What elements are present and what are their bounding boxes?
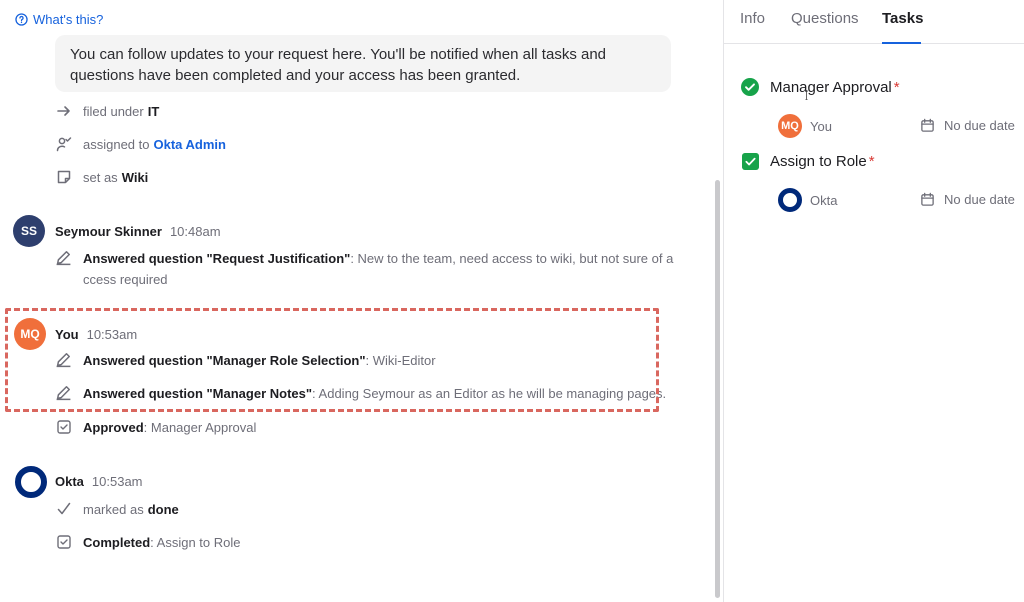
event-prefix: marked as — [83, 501, 144, 517]
avatar: MQ — [778, 114, 802, 138]
author-name: Seymour Skinner — [55, 224, 162, 239]
timestamp: 10:48am — [169, 224, 221, 239]
check-icon — [55, 500, 73, 518]
panel-tabs: Info Questions Tasks — [724, 0, 1024, 44]
approved-value: : Manager Approval — [143, 419, 257, 435]
avatar: SS — [13, 215, 45, 247]
task-manager-approval[interactable]: Manager Approval * — [741, 78, 900, 96]
type-value: Wiki — [121, 169, 149, 185]
event-filed-under: filed under IT — [55, 102, 159, 120]
whats-this-label: What's this? — [33, 12, 104, 27]
assignee-link[interactable]: Okta Admin — [154, 137, 226, 152]
sticky-note-icon — [55, 168, 73, 186]
checkbox-icon — [55, 418, 73, 436]
answer-label: Answered question "Request Justification… — [83, 251, 351, 266]
arrow-right-icon — [55, 102, 73, 120]
highlight-box — [5, 308, 659, 412]
timestamp: 10:53am — [91, 474, 143, 489]
info-note: You can follow updates to your request h… — [55, 35, 671, 92]
category-value: IT — [147, 103, 160, 119]
completed-value: : Assign to Role — [150, 534, 241, 550]
approved-label: Approved — [83, 419, 144, 435]
tab-questions[interactable]: Questions — [791, 10, 859, 44]
user-check-icon — [55, 135, 73, 153]
answer-text: Answered question "Request Justification… — [83, 248, 675, 290]
okta-avatar — [778, 188, 802, 212]
task-title: Assign to Role — [770, 152, 867, 170]
comment-author: Seymour Skinner 10:48am — [55, 224, 221, 239]
required-marker: * — [893, 78, 900, 96]
pencil-icon — [55, 249, 73, 267]
calendar-icon — [921, 118, 934, 132]
assignee-name: Okta — [810, 192, 838, 208]
event-prefix: assigned to — [83, 136, 150, 152]
status-value: done — [147, 501, 179, 517]
event-marked-done: marked as done — [55, 500, 179, 518]
text-cursor-icon — [805, 90, 808, 100]
completed-label: Completed — [83, 534, 151, 550]
okta-avatar — [15, 466, 47, 498]
tab-info[interactable]: Info — [740, 10, 765, 44]
task-assignee: Okta — [778, 188, 837, 212]
assignee-name: You — [810, 118, 832, 134]
event-completed: Completed : Assign to Role — [55, 533, 241, 551]
activity-feed: What's this? You can follow updates to y… — [0, 0, 712, 602]
task-title: Manager Approval — [770, 78, 892, 96]
details-panel: Info Questions Tasks Manager Approval * … — [723, 0, 1024, 602]
task-assignee: MQ You — [778, 114, 832, 138]
event-assigned-to: assigned to Okta Admin — [55, 135, 226, 153]
required-marker: * — [868, 152, 875, 170]
author-name: Okta — [55, 474, 84, 489]
due-date-label: No due date — [944, 192, 1015, 207]
task-assign-to-role[interactable]: Assign to Role * — [741, 152, 875, 170]
checkbox-icon — [55, 533, 73, 551]
due-date-label: No due date — [944, 118, 1015, 133]
event-prefix: set as — [83, 169, 118, 185]
whats-this-link[interactable]: What's this? — [15, 12, 103, 27]
calendar-icon — [921, 192, 934, 206]
task-due-date[interactable]: No due date — [920, 118, 1015, 133]
help-circle-icon — [15, 13, 28, 26]
checkbox-checked-icon — [741, 152, 759, 170]
event-set-as: set as Wiki — [55, 168, 148, 186]
comment-author: Okta 10:53am — [55, 474, 143, 489]
event-prefix: filed under — [83, 103, 144, 119]
feed-scrollbar-thumb[interactable] — [715, 180, 720, 598]
tab-tasks[interactable]: Tasks — [882, 10, 923, 44]
event-approved: Approved : Manager Approval — [55, 418, 256, 436]
answer-request-justification: Answered question "Request Justification… — [55, 248, 675, 290]
task-due-date[interactable]: No due date — [920, 192, 1015, 207]
check-circle-icon — [741, 78, 759, 96]
